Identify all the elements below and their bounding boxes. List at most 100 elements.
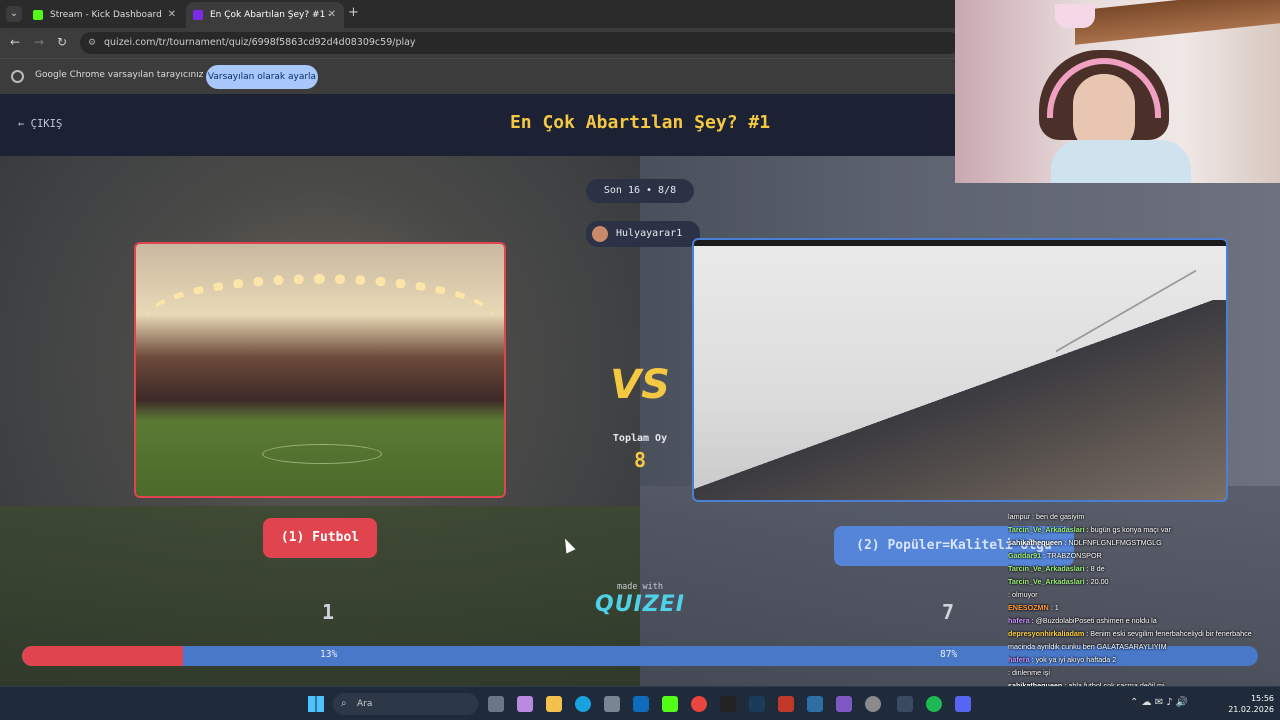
round-badge: Son 16 • 8/8 [586, 179, 694, 203]
choose-left-button[interactable]: (1) Futbol [263, 518, 377, 558]
chat-username[interactable]: Tarcin_Ve_Arkadaslari [1008, 577, 1087, 586]
url-text: quizei.com/tr/tournament/quiz/6998f5863c… [104, 37, 416, 48]
app-purple-icon[interactable] [836, 696, 852, 712]
chat-username[interactable]: sahikathequeen [1008, 538, 1064, 547]
copilot-icon[interactable] [517, 696, 533, 712]
chat-text: : yok ya iyi akıyo haftada 2 [1031, 655, 1117, 664]
close-tab-icon[interactable]: ✕ [168, 2, 176, 28]
site-info-icon[interactable]: ⚙ [88, 32, 96, 54]
store-icon[interactable] [604, 696, 620, 712]
new-tab-button[interactable]: + [348, 5, 359, 20]
edge-icon[interactable] [575, 696, 591, 712]
quizei-icon [193, 10, 203, 20]
task-view-icon[interactable] [488, 696, 504, 712]
chat-message: : dinlenme işi [1008, 666, 1268, 679]
forward-arrow-icon[interactable]: → [34, 35, 44, 49]
chat-text: macinda ayrildik cunku ben GALATASARAYLI… [1008, 642, 1167, 651]
chat-message: Gaddar91 : TRABZONSPOR [1008, 549, 1268, 562]
chat-text: : 8 de [1086, 564, 1105, 573]
outlook-icon[interactable] [633, 696, 649, 712]
chat-username[interactable]: hafera [1008, 616, 1032, 625]
search-icon: ⌕ [341, 698, 347, 709]
streamer-shirt [1051, 140, 1191, 183]
chat-username[interactable]: hafera [1008, 655, 1032, 664]
spotify-icon[interactable] [926, 696, 942, 712]
image-top-strip [694, 240, 1226, 246]
tab-label: Stream - Kick Dashboard [50, 10, 162, 20]
chat-text: : TRABZONSPOR [1043, 551, 1102, 560]
chat-text: : @BuzdolabiPoseti oshimen e noldu la [1031, 616, 1157, 625]
kick-app-icon[interactable] [662, 696, 678, 712]
chat-message: hafera : yok ya iyi akıyo haftada 2 [1008, 653, 1268, 666]
back-arrow-icon[interactable]: ← [10, 35, 20, 49]
discord-icon[interactable] [955, 696, 971, 712]
stadium-image [136, 244, 504, 496]
clock-date: 21.02.2026 [1228, 705, 1274, 714]
tab-quizei[interactable]: En Çok Abartılan Şey? #1 - Tier ✕ [186, 2, 344, 46]
avatar [592, 226, 608, 242]
clock[interactable]: 15:56 21.02.2026 [1226, 693, 1274, 715]
chat-message: Tarcin_Ve_Arkadaslari : 8 de [1008, 562, 1268, 575]
taskbar-search[interactable]: ⌕ Ara [333, 693, 478, 715]
made-with-label: made with [616, 582, 664, 592]
chrome-icon [11, 70, 24, 83]
left-vote-count: 1 [322, 600, 335, 624]
chat-username[interactable]: depresyonhirkaliadam [1008, 629, 1086, 638]
chat-message: Tarcin_Ve_Arkadaslari : 20.00 [1008, 575, 1268, 588]
app-red-icon[interactable] [778, 696, 794, 712]
chat-username[interactable]: Tarcin_Ve_Arkadaslari [1008, 564, 1087, 573]
chat-message: hafera : @BuzdolabiPoseti oshimen e nold… [1008, 614, 1268, 627]
ceiling-lamp [1055, 4, 1095, 28]
user-badge: Hulyayarar1 [586, 221, 700, 247]
chat-text: : Benim eski sevgilim fenerbahceliydi bi… [1086, 629, 1252, 638]
clock-time: 15:56 [1250, 694, 1274, 703]
file-explorer-icon[interactable] [546, 696, 562, 712]
center-circle [262, 444, 382, 464]
crowd [694, 300, 1226, 500]
webcam-overlay [955, 0, 1280, 183]
set-default-button[interactable]: Varsayılan olarak ayarla [206, 65, 318, 89]
chat-text: : 1 [1050, 603, 1059, 612]
total-votes-value: 8 [633, 448, 647, 472]
url-field[interactable]: ⚙ quizei.com/tr/tournament/quiz/6998f586… [80, 32, 960, 54]
option-card-left[interactable] [134, 242, 506, 498]
chat-text: : 20.00 [1086, 577, 1109, 586]
quizei-logo: QUIZEI [595, 592, 685, 617]
app-blue-icon[interactable] [807, 696, 823, 712]
username: Hulyayarar1 [616, 228, 683, 239]
windows-start-icon[interactable] [308, 696, 324, 712]
chat-text: : NDLFNFLGNLFMGSTMGLG [1064, 538, 1162, 547]
chat-message: Tarcin_Ve_Arkadaslari : bugün gs konya m… [1008, 523, 1268, 536]
chat-message: macinda ayrildik cunku ben GALATASARAYLI… [1008, 640, 1268, 653]
app-gray-icon[interactable] [865, 696, 881, 712]
chat-message: ENESOZMN : 1 [1008, 601, 1268, 614]
search-placeholder: Ara [357, 699, 373, 709]
left-percent: 13% [320, 649, 338, 660]
app-dark-icon[interactable] [897, 696, 913, 712]
chat-username[interactable]: Tarcin_Ve_Arkadaslari [1008, 525, 1087, 534]
chat-text: : dinlenme işi [1008, 668, 1050, 677]
reload-icon[interactable]: ↻ [57, 35, 67, 49]
close-tab-icon[interactable]: ✕ [328, 2, 336, 28]
tab-search-chevron-icon[interactable]: ⌄ [6, 6, 22, 22]
steam-icon[interactable] [749, 696, 765, 712]
chat-message: depresyonhirkaliadam : Benim eski sevgil… [1008, 627, 1268, 640]
infobar-message: Google Chrome varsayılan tarayıcınız değ… [35, 70, 229, 80]
right-vote-count: 7 [942, 600, 955, 624]
total-votes-label: Toplam Oy [612, 433, 668, 444]
chat-username[interactable]: Gaddar91 [1008, 551, 1043, 560]
chat-text: lampur : ben de gasiyim [1008, 512, 1085, 521]
kick-icon [33, 10, 43, 20]
chat-username[interactable]: ENESOZMN [1008, 603, 1051, 612]
option-card-right[interactable] [692, 238, 1228, 502]
windows-taskbar: ⌕ Ara ⌃ ☁ ✉ ♪ 🔊 15:56 21.02.2026 [0, 686, 1280, 720]
epic-games-icon[interactable] [720, 696, 736, 712]
vs-lightning-icon: VS [610, 362, 670, 408]
chat-text: : bugün gs konya maçı var [1086, 525, 1171, 534]
chat-message: sahikathequeen : NDLFNFLGNLFMGSTMGLG [1008, 536, 1268, 549]
tab-kick-dashboard[interactable]: Stream - Kick Dashboard ✕ [26, 2, 184, 28]
right-percent: 87% [940, 649, 958, 660]
chrome-taskbar-icon[interactable] [691, 696, 707, 712]
stadium-lights [146, 274, 494, 364]
system-tray-icons[interactable]: ⌃ ☁ ✉ ♪ 🔊 [1130, 697, 1188, 708]
